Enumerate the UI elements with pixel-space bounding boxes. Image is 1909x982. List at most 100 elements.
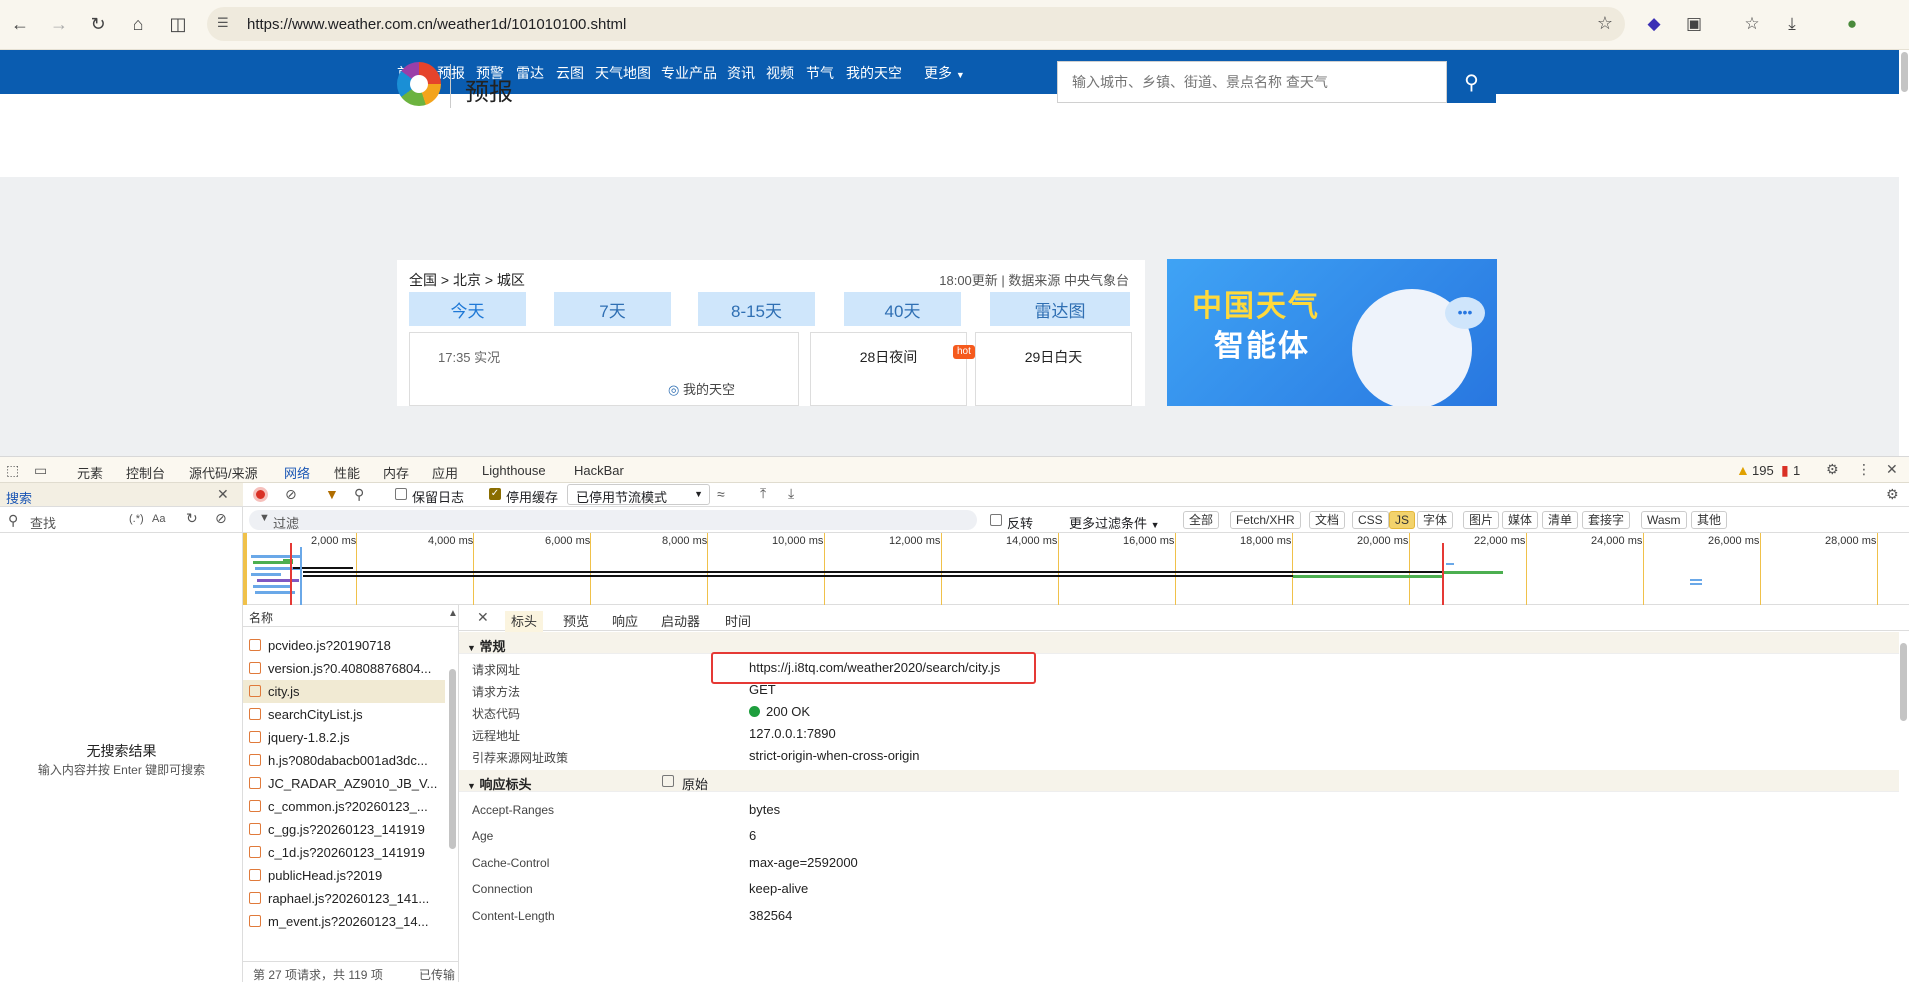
close-search-icon[interactable]: ✕ <box>217 486 229 503</box>
tab-today[interactable]: 今天 <box>409 292 526 326</box>
tab-application[interactable]: 应用 <box>432 463 458 482</box>
request-list-header[interactable]: 名称 ▲ <box>243 605 458 627</box>
warning-count[interactable]: 195 <box>1752 463 1774 478</box>
tab-7days[interactable]: 7天 <box>554 292 671 326</box>
tab-performance[interactable]: 性能 <box>334 463 360 482</box>
filter-input[interactable]: ▼ 过滤 <box>249 510 977 531</box>
import-har-icon[interactable]: ⤒ <box>760 485 766 502</box>
request-row[interactable]: c_1d.js?20260123_141919 <box>243 841 445 864</box>
request-row[interactable]: publicHead.js?2019 <box>243 864 445 887</box>
find-input[interactable]: 查找 <box>30 513 56 532</box>
case-sensitive-toggle[interactable]: Aa <box>152 513 165 525</box>
nav-pro-products[interactable]: 专业产品 <box>661 63 717 83</box>
network-overview-timeline[interactable]: 2,000 ms 4,000 ms 6,000 ms 8,000 ms 10,0… <box>243 533 1909 605</box>
weather-logo[interactable] <box>397 62 441 106</box>
raw-headers-checkbox[interactable] <box>662 775 674 787</box>
tab-preview[interactable]: 预览 <box>563 611 589 630</box>
nav-more[interactable]: 更多 ▼ <box>924 63 965 83</box>
nav-forecast[interactable]: 预报 <box>437 63 465 83</box>
chip-other[interactable]: 其他 <box>1691 511 1728 529</box>
clear-search-icon[interactable]: ⊘ <box>215 510 227 527</box>
profile-avatar[interactable]: ● <box>1838 10 1866 38</box>
page-scrollbar[interactable] <box>1901 52 1908 92</box>
tab-radar[interactable]: 雷达图 <box>990 292 1130 326</box>
request-row[interactable]: jquery-1.8.2.js <box>243 726 445 749</box>
favorites-icon[interactable]: ☆ <box>1738 10 1766 38</box>
tab-elements[interactable]: 元素 <box>77 463 103 482</box>
back-icon[interactable]: ← <box>5 9 35 39</box>
tab-response[interactable]: 响应 <box>612 611 638 630</box>
tab-initiator[interactable]: 启动器 <box>661 611 700 630</box>
bookmark-star-icon[interactable]: ☆ <box>1597 13 1613 34</box>
settings-gear-icon[interactable]: ⚙ <box>1826 461 1839 478</box>
throttle-select[interactable]: 已停用节流模式 ▼ <box>567 484 710 505</box>
close-details-icon[interactable]: ✕ <box>477 609 489 626</box>
address-bar[interactable]: ☰ https://www.weather.com.cn/weather1d/1… <box>207 7 1625 41</box>
extension-icon[interactable]: ◆ <box>1640 10 1668 38</box>
site-info-icon[interactable]: ☰ <box>217 15 235 33</box>
more-filters-dropdown[interactable]: 更多过滤条件 ▼ <box>1069 513 1160 532</box>
nav-solar-terms[interactable]: 节气 <box>806 63 834 83</box>
download-icon[interactable]: ⤓ <box>1778 10 1806 38</box>
export-har-icon[interactable]: ⤓ <box>788 485 794 502</box>
url-text[interactable]: https://www.weather.com.cn/weather1d/101… <box>247 16 626 33</box>
close-devtools-icon[interactable]: ✕ <box>1886 461 1898 478</box>
request-row[interactable]: m_event.js?20260123_14... <box>243 910 445 933</box>
my-sky-link[interactable]: ◎ 我的天空 <box>668 379 735 398</box>
ai-assistant-ad[interactable]: 中国天气 智能体 ••• <box>1167 259 1497 406</box>
request-row[interactable]: JC_RADAR_AZ9010_JB_V... <box>243 772 445 795</box>
search-icon[interactable]: ⚲ <box>1447 61 1496 103</box>
record-stop-icon[interactable] <box>253 487 268 502</box>
forward-icon[interactable]: → <box>44 9 74 39</box>
more-options-icon[interactable]: ⋮ <box>1857 461 1871 478</box>
search-network-icon[interactable]: ⚲ <box>354 486 364 503</box>
tab-hackbar[interactable]: HackBar <box>574 463 624 478</box>
chip-fetch-xhr[interactable]: Fetch/XHR <box>1230 511 1301 529</box>
request-row[interactable]: c_gg.js?20260123_141919 <box>243 818 445 841</box>
request-row[interactable]: c_common.js?20260123_... <box>243 795 445 818</box>
chip-media[interactable]: 媒体 <box>1502 511 1539 529</box>
reading-mode-icon[interactable]: ◫ <box>163 9 193 39</box>
chip-manifest[interactable]: 清单 <box>1542 511 1579 529</box>
tab-sources[interactable]: 源代码/来源 <box>189 463 258 482</box>
response-headers-section-header[interactable]: ▼ 响应标头 原始 <box>459 770 1899 792</box>
device-toolbar-icon[interactable]: ▭ <box>34 462 47 479</box>
city-search-box[interactable] <box>1057 61 1447 103</box>
extensions-puzzle-icon[interactable]: ▣ <box>1680 10 1708 38</box>
request-list-scrollbar[interactable] <box>449 669 456 849</box>
reload-icon[interactable]: ↻ <box>83 9 113 39</box>
preserve-log-checkbox[interactable] <box>395 488 407 500</box>
chip-js[interactable]: JS <box>1389 511 1416 529</box>
chip-font[interactable]: 字体 <box>1417 511 1454 529</box>
request-row-selected[interactable]: city.js <box>243 680 445 703</box>
network-settings-gear-icon[interactable]: ⚙ <box>1886 486 1899 503</box>
chip-socket[interactable]: 套接字 <box>1582 511 1631 529</box>
sort-up-icon[interactable]: ▲ <box>448 608 458 619</box>
tab-lighthouse[interactable]: Lighthouse <box>482 463 546 478</box>
nav-video[interactable]: 视频 <box>766 63 794 83</box>
invert-checkbox[interactable] <box>990 514 1002 526</box>
city-search-input[interactable] <box>1058 62 1446 102</box>
details-scrollbar[interactable] <box>1900 643 1907 721</box>
issue-icon[interactable]: ▮ <box>1781 462 1789 479</box>
tab-40days[interactable]: 40天 <box>844 292 961 326</box>
tab-console[interactable]: 控制台 <box>126 463 165 482</box>
issue-count[interactable]: 1 <box>1793 463 1800 478</box>
request-row[interactable]: raphael.js?20260123_141... <box>243 887 445 910</box>
tab-8-15days[interactable]: 8-15天 <box>698 292 815 326</box>
tab-memory[interactable]: 内存 <box>383 463 409 482</box>
nav-news[interactable]: 资讯 <box>727 63 755 83</box>
chip-all[interactable]: 全部 <box>1183 511 1220 529</box>
chip-doc[interactable]: 文档 <box>1309 511 1346 529</box>
disable-cache-checkbox[interactable]: ✓ <box>489 488 501 500</box>
nav-weather-map[interactable]: 天气地图 <box>595 63 651 83</box>
name-column-header[interactable]: 名称 <box>249 609 273 626</box>
home-icon[interactable]: ⌂ <box>123 9 153 39</box>
refresh-search-icon[interactable]: ↻ <box>186 510 198 527</box>
regex-toggle[interactable]: (.*) <box>129 513 144 525</box>
warning-icon[interactable]: ▲ <box>1736 462 1750 478</box>
network-conditions-icon[interactable]: ≈ <box>717 486 725 502</box>
chip-img[interactable]: 图片 <box>1463 511 1500 529</box>
chip-wasm[interactable]: Wasm <box>1641 511 1687 529</box>
nav-my-sky[interactable]: 我的天空 <box>846 63 902 83</box>
